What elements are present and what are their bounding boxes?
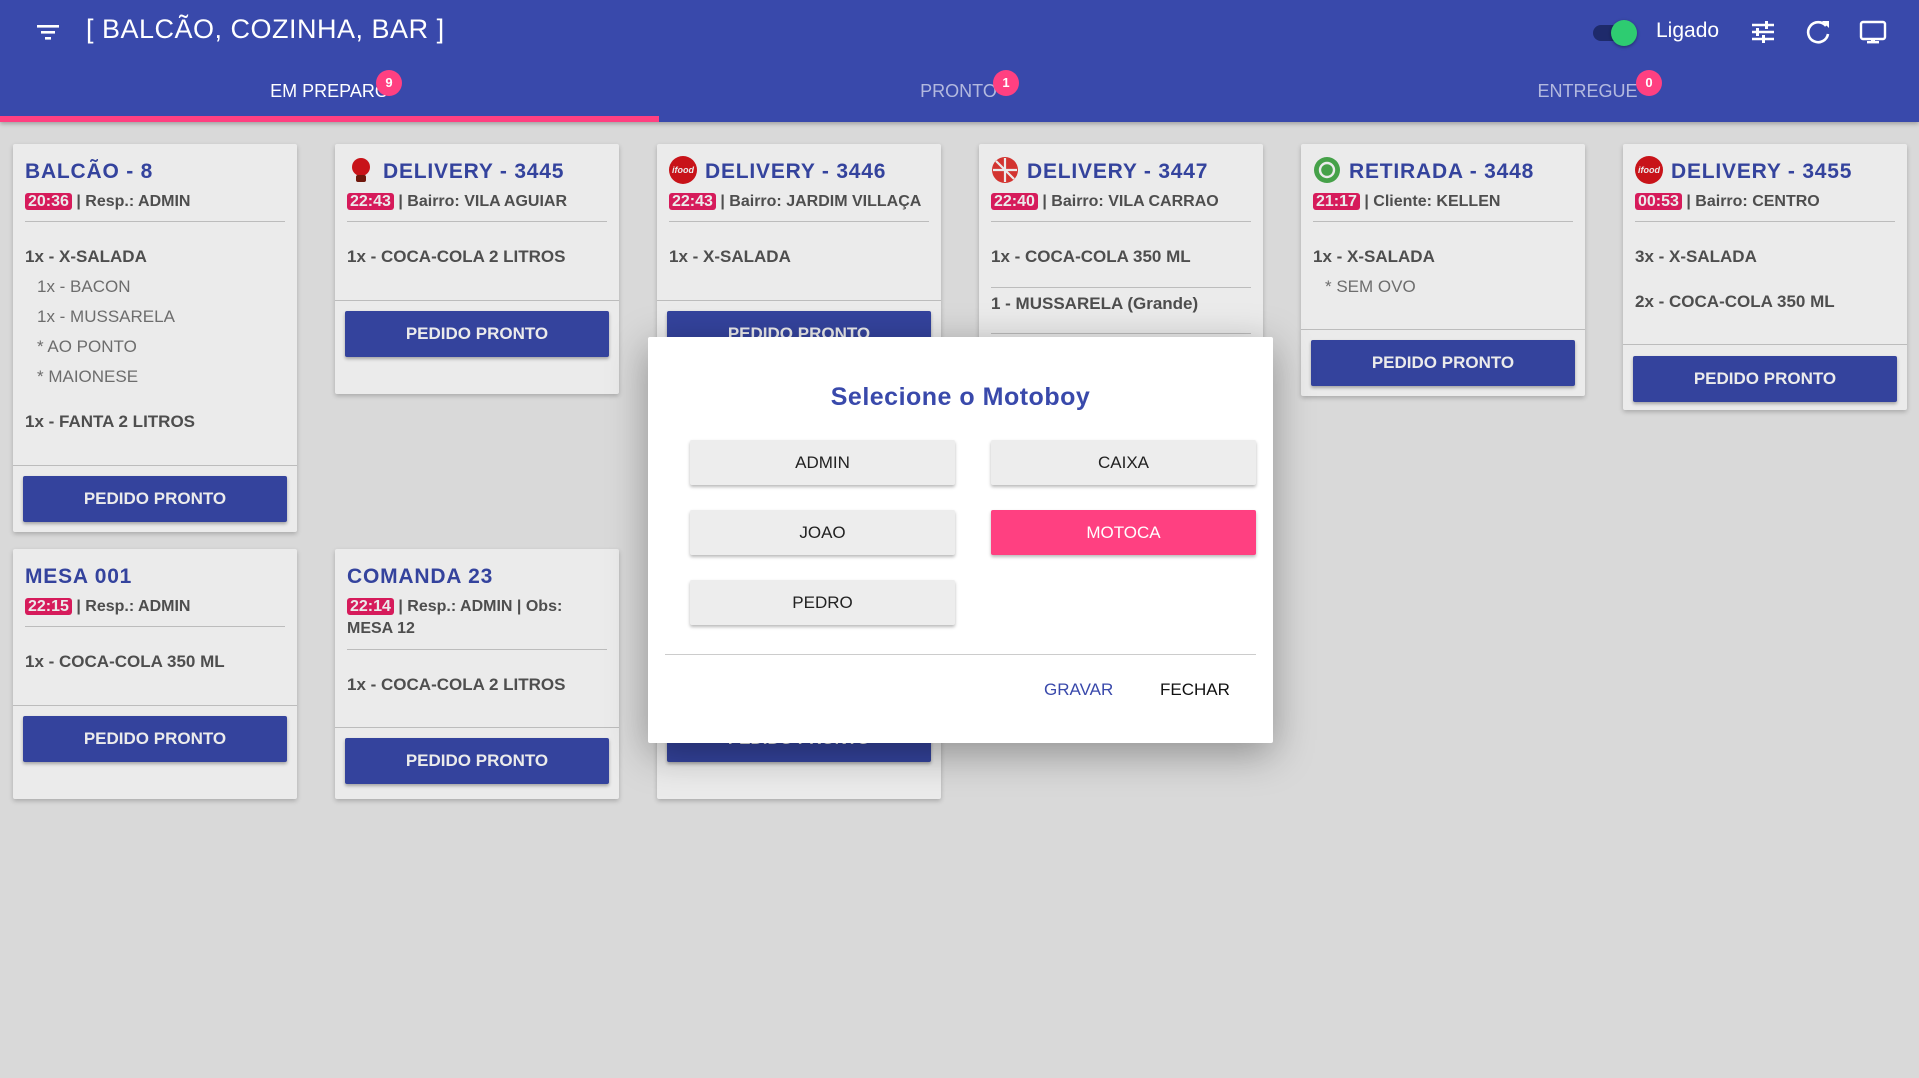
settings-sliders-icon[interactable] <box>1747 16 1779 48</box>
tab-em-preparo[interactable]: EM PREPARO 9 <box>0 60 659 122</box>
motoboy-option-motoca[interactable]: MOTOCA <box>991 510 1256 555</box>
tab-label: PRONTO <box>920 81 997 101</box>
motoboy-option-admin[interactable]: ADMIN <box>690 440 955 485</box>
display-icon[interactable] <box>1857 16 1889 48</box>
tab-entregue[interactable]: ENTREGUE 0 <box>1258 60 1917 122</box>
online-toggle[interactable] <box>1591 19 1637 46</box>
dialog-title: Selecione o Motoboy <box>830 383 1091 411</box>
refresh-icon[interactable] <box>1802 16 1834 48</box>
motoboy-dialog: Selecione o Motoboy ADMIN CAIXA JOAO MOT… <box>648 337 1273 743</box>
count-badge: 9 <box>376 70 402 96</box>
divider <box>665 654 1256 655</box>
motoboy-option-caixa[interactable]: CAIXA <box>991 440 1256 485</box>
close-button[interactable]: FECHAR <box>1160 680 1230 700</box>
page-title: [ BALCÃO, COZINHA, BAR ] <box>86 14 445 44</box>
toggle-label: Ligado <box>1656 19 1720 42</box>
tab-pronto[interactable]: PRONTO 1 <box>629 60 1288 122</box>
motoboy-option-pedro[interactable]: PEDRO <box>690 580 955 625</box>
count-badge: 0 <box>1636 70 1662 96</box>
tab-label: EM PREPARO <box>270 81 389 101</box>
save-button[interactable]: GRAVAR <box>1044 680 1113 700</box>
motoboy-option-joao[interactable]: JOAO <box>690 510 955 555</box>
tab-label: ENTREGUE <box>1537 81 1638 101</box>
filter-menu-icon[interactable] <box>32 16 64 48</box>
app-bar: [ BALCÃO, COZINHA, BAR ] Ligado EM PREPA… <box>0 0 1919 122</box>
count-badge: 1 <box>993 70 1019 96</box>
